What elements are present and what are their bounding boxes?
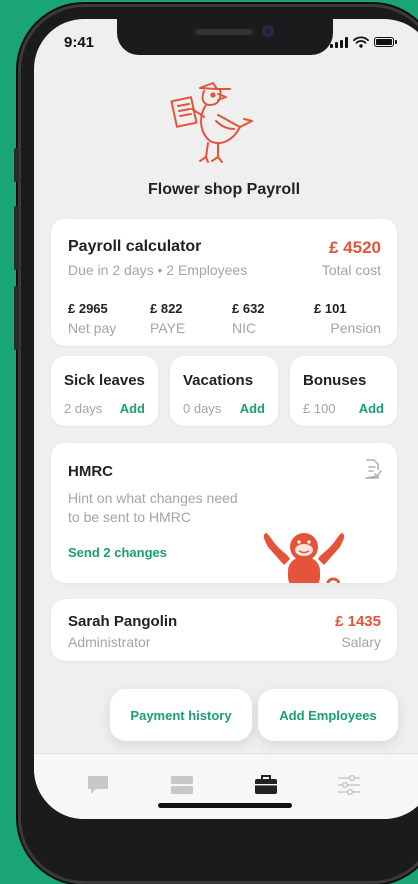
nic-value: £ 632 (232, 301, 265, 316)
net-pay-label: Net pay (68, 320, 117, 336)
add-employees-button[interactable]: Add Employees (258, 689, 398, 741)
briefcase-icon[interactable] (254, 774, 278, 796)
bonuses-card[interactable]: Bonuses £ 100 Add (290, 356, 397, 426)
employee-name: Sarah Pangolin (68, 613, 178, 630)
hmrc-title: HMRC (68, 463, 113, 480)
sick-leaves-card[interactable]: Sick leaves 2 days Add (51, 356, 158, 426)
hmrc-hint-line-1: Hint on what changes need (68, 490, 238, 506)
wifi-icon (353, 36, 369, 48)
employee-role: Administrator (68, 634, 151, 650)
payroll-subtitle: Due in 2 days • 2 Employees (68, 262, 248, 278)
paye-label: PAYE (150, 320, 186, 336)
sliders-icon[interactable] (337, 774, 361, 796)
camera-icon (262, 25, 274, 37)
document-check-icon (365, 459, 382, 479)
pension-label: Pension (330, 320, 381, 336)
employee-card[interactable]: Sarah Pangolin Administrator £ 1435 Sala… (51, 599, 397, 661)
add-bonus-button[interactable]: Add (359, 401, 384, 416)
volume-up-button (14, 206, 19, 270)
hmrc-hint-line-2: to be sent to HMRC (68, 509, 191, 525)
mute-switch (14, 148, 19, 182)
vacations-card[interactable]: Vacations 0 days Add (170, 356, 278, 426)
total-cost-value: £ 4520 (329, 238, 381, 257)
stack-icon[interactable] (170, 774, 194, 796)
sick-leaves-title: Sick leaves (64, 372, 145, 389)
notch (117, 19, 333, 55)
vacations-value: 0 days (183, 401, 222, 416)
paye-value: £ 822 (150, 301, 183, 316)
status-icons (330, 36, 397, 48)
payment-history-button[interactable]: Payment history (110, 689, 252, 741)
add-sick-leave-button[interactable]: Add (120, 401, 145, 416)
bonuses-value: £ 100 (303, 401, 336, 416)
monkey-mascot-icon (263, 533, 345, 583)
vacations-title: Vacations (183, 372, 254, 389)
company-name: Flower shop Payroll (147, 181, 301, 198)
tab-bar (34, 753, 418, 819)
net-pay-value: £ 2965 (68, 301, 108, 316)
cellular-signal-icon (330, 36, 348, 48)
employee-salary-value: £ 1435 (335, 613, 381, 630)
payroll-title: Payroll calculator (68, 238, 202, 255)
nic-label: NIC (232, 320, 257, 336)
volume-down-button (14, 286, 19, 350)
bonuses-title: Bonuses (303, 372, 367, 389)
chat-icon[interactable] (86, 774, 110, 796)
bird-mascot-icon (170, 82, 253, 163)
payroll-calculator-card[interactable]: Payroll calculator Due in 2 days • 2 Emp… (51, 219, 397, 346)
send-changes-button[interactable]: Send 2 changes (68, 545, 167, 560)
battery-icon (374, 37, 397, 47)
hmrc-card[interactable]: HMRC Hint on what changes need to be sen… (51, 443, 397, 583)
status-time: 9:41 (64, 34, 95, 51)
sick-leaves-value: 2 days (64, 401, 103, 416)
add-vacation-button[interactable]: Add (240, 401, 265, 416)
speaker-grille (195, 29, 253, 35)
app-screen: 9:41 Flower shop Payroll Payroll calcula… (34, 19, 418, 819)
total-cost-label: Total cost (321, 262, 381, 278)
home-indicator[interactable] (158, 803, 292, 808)
pension-value: £ 101 (314, 301, 347, 316)
employee-salary-label: Salary (341, 634, 381, 650)
